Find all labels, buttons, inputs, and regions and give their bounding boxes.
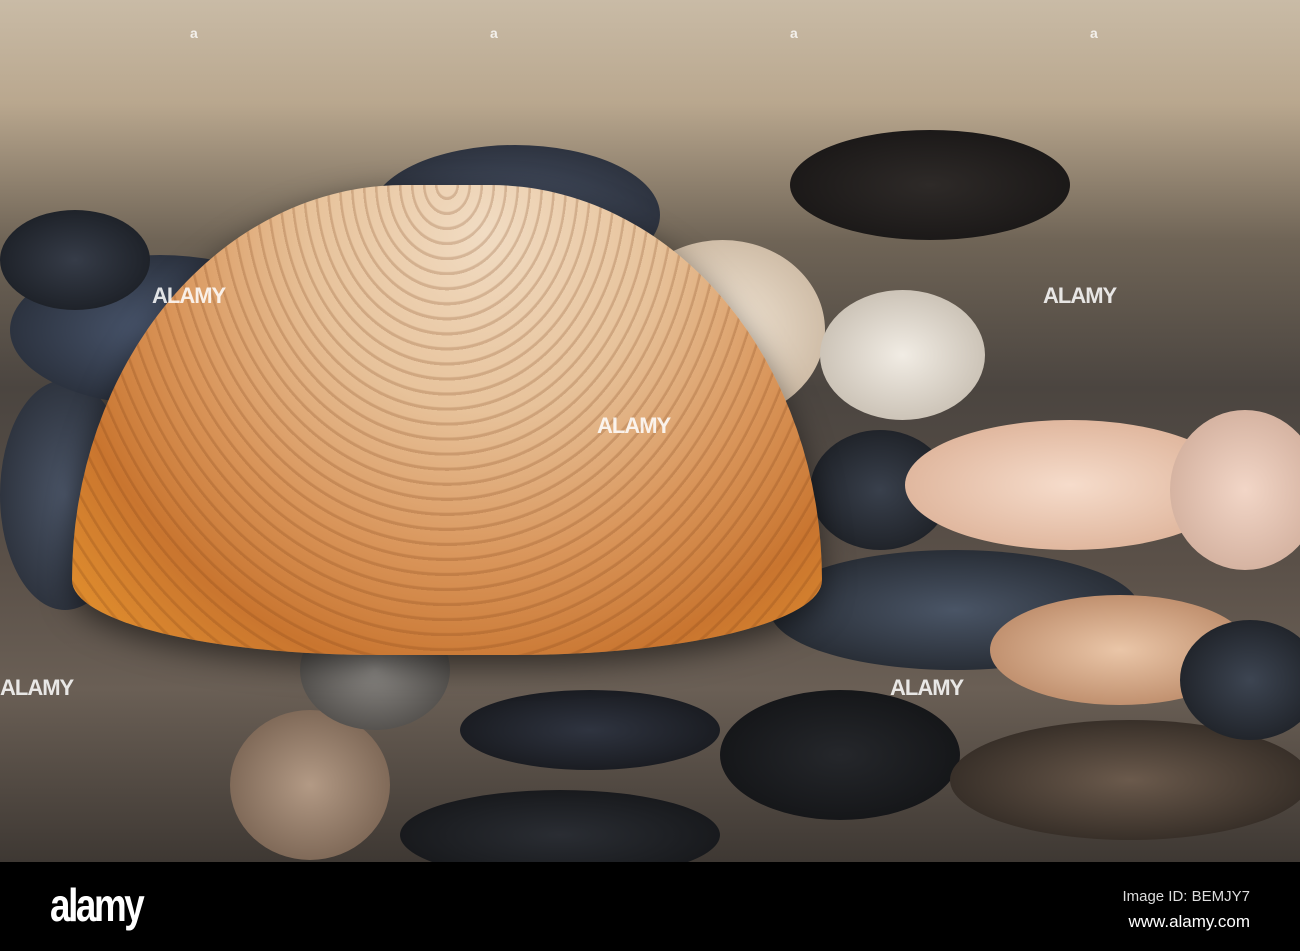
watermark: ALAMY [890,675,964,700]
photo-shells-on-beach: a a a a ALAMY ALAMY ALAMY ALAMY ALAMY [0,0,1300,862]
watermark-mark: a [790,25,798,41]
pink-shell [1170,410,1300,570]
mussel-shell [0,210,150,310]
alamy-logo: alamy [50,879,145,931]
footer-bar [0,862,1300,951]
mussel-shell [1180,620,1300,740]
image-id: Image ID: BEMJY7 [1122,888,1250,905]
watermark: ALAMY [597,413,671,438]
watermark-mark: a [190,25,198,41]
dark-shell [400,790,720,862]
dark-shell [720,690,960,820]
watermark: ALAMY [152,283,226,308]
pale-shell [230,710,390,860]
dark-shell [460,690,720,770]
watermark-mark: a [490,25,498,41]
watermark: ALAMY [0,675,74,700]
watermark: ALAMY [1043,283,1117,308]
stock-photo: a a a a ALAMY ALAMY ALAMY ALAMY ALAMY al… [0,0,1300,951]
dark-shell [790,130,1070,240]
site-url: www.alamy.com [1128,912,1250,931]
watermark-mark: a [1090,25,1098,41]
white-shell [820,290,985,420]
